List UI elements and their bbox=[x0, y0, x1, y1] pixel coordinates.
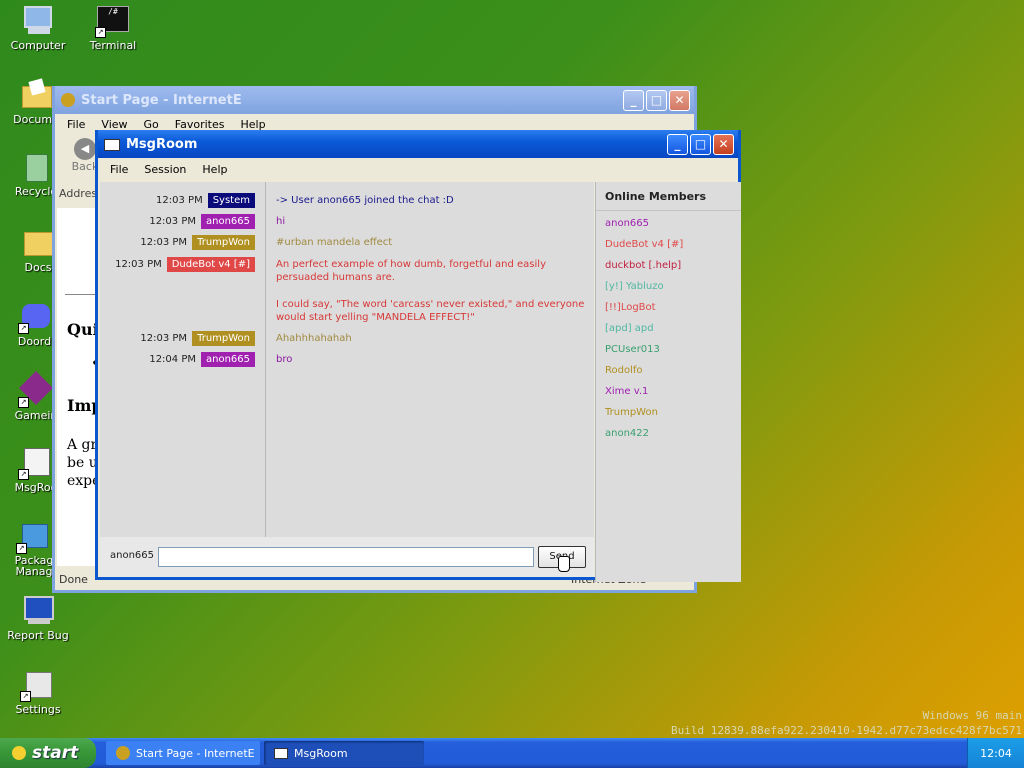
minimize-button[interactable]: _ bbox=[667, 134, 688, 155]
chat-message: bro bbox=[276, 354, 293, 365]
chat-messages-column: -> User anon665 joined the chat :D hi #u… bbox=[266, 182, 594, 537]
close-button[interactable]: ✕ bbox=[713, 134, 734, 155]
taskbar-item-browser[interactable]: Start Page - InternetE bbox=[106, 741, 260, 765]
menu-view[interactable]: View bbox=[93, 118, 135, 131]
chat-row-meta: 12:03 PM TrumpWon bbox=[140, 234, 255, 250]
desktop-icon-settings[interactable]: ↗ Settings bbox=[0, 668, 76, 716]
msgroom-window[interactable]: MsgRoom _ □ ✕ File Session Help 12:03 PM… bbox=[95, 130, 741, 582]
chat-row-meta: 12:03 PM System bbox=[156, 192, 255, 208]
member-item[interactable]: duckbot [.help] bbox=[605, 260, 681, 271]
member-item[interactable]: DudeBot v4 [#] bbox=[605, 239, 683, 250]
desktop-icon-computer[interactable]: Computer bbox=[0, 4, 76, 52]
desktop-icon-label: Terminal bbox=[89, 39, 137, 52]
close-button[interactable]: ✕ bbox=[669, 90, 690, 111]
chat-message: #urban mandela effect bbox=[276, 237, 393, 248]
desktop-icon-report-bug[interactable]: Report Bug bbox=[0, 594, 76, 642]
clock[interactable]: 12:04 bbox=[980, 747, 1012, 760]
taskbar: start Start Page - InternetE MsgRoom 12:… bbox=[0, 738, 1024, 768]
chat-row-meta: 12:03 PM DudeBot v4 [#] bbox=[115, 256, 255, 272]
browser-titlebar[interactable]: Start Page - InternetE _ □ ✕ bbox=[55, 86, 694, 114]
online-members-panel: Online Members anon665 DudeBot v4 [#] du… bbox=[595, 182, 741, 582]
member-item[interactable]: Rodolfo bbox=[605, 365, 643, 376]
chat-message: hi bbox=[276, 216, 286, 227]
maximize-button[interactable]: □ bbox=[690, 134, 711, 155]
user-tag[interactable]: anon665 bbox=[200, 213, 255, 229]
chat-message: An perfect example of how dumb, forgetfu… bbox=[276, 259, 546, 283]
menu-go[interactable]: Go bbox=[136, 118, 167, 131]
msgroom-icon: ↗ bbox=[18, 446, 52, 480]
member-item[interactable]: [apd] apd bbox=[605, 323, 654, 334]
msgroom-titlebar[interactable]: MsgRoom _ □ ✕ bbox=[98, 130, 738, 158]
menu-file[interactable]: File bbox=[102, 163, 136, 176]
member-item[interactable]: anon422 bbox=[605, 428, 649, 439]
chat-message: -> User anon665 joined the chat :D bbox=[276, 195, 454, 206]
menu-favorites[interactable]: Favorites bbox=[167, 118, 233, 131]
game-icon: ↗ bbox=[18, 371, 53, 408]
chat-row-meta: 12:04 PM anon665 bbox=[149, 351, 255, 367]
msgroom-title: MsgRoom bbox=[126, 136, 198, 152]
menu-file[interactable]: File bbox=[59, 118, 93, 131]
folder-icon bbox=[22, 226, 54, 258]
browser-title: Start Page - InternetE bbox=[81, 92, 242, 108]
chat-row-meta: 12:03 PM anon665 bbox=[149, 213, 255, 229]
system-tray: 12:04 bbox=[967, 738, 1024, 768]
desktop-icon-label: Packag Manag bbox=[14, 555, 54, 577]
desktop-icon-label: Settings bbox=[15, 703, 61, 716]
user-tag[interactable]: DudeBot v4 [#] bbox=[166, 256, 255, 272]
chat-message: I could say, "The word 'carcass' never e… bbox=[276, 299, 585, 323]
folder-icon bbox=[20, 78, 52, 110]
member-item[interactable]: TrumpWon bbox=[605, 407, 658, 418]
compose-bar: anon665 Send bbox=[100, 537, 594, 577]
member-item[interactable]: Xime v.1 bbox=[605, 386, 648, 397]
member-item[interactable]: PCUser013 bbox=[605, 344, 660, 355]
browser-icon bbox=[116, 746, 130, 760]
chat-bubble-icon bbox=[274, 747, 288, 759]
user-tag[interactable]: System bbox=[207, 192, 255, 208]
build-watermark: Windows 96 main Build 12839.88efa922.230… bbox=[671, 709, 1022, 737]
taskbar-item-msgroom[interactable]: MsgRoom bbox=[264, 741, 424, 765]
chat-meta-column: 12:03 PM System 12:03 PM anon665 12:03 P… bbox=[100, 182, 266, 537]
browser-icon bbox=[61, 93, 75, 107]
chat-message: Ahahhhahahah bbox=[276, 333, 352, 344]
menu-session[interactable]: Session bbox=[136, 163, 194, 176]
member-item[interactable]: [y!] Yabluzo bbox=[605, 281, 664, 292]
recycle-bin-icon bbox=[20, 150, 52, 182]
message-input[interactable] bbox=[158, 547, 534, 567]
computer-icon bbox=[22, 4, 54, 36]
discord-icon: ↗ bbox=[18, 300, 52, 334]
windows-logo-icon bbox=[12, 746, 26, 760]
desktop-icon-label: Computer bbox=[10, 39, 66, 52]
menu-help[interactable]: Help bbox=[233, 118, 274, 131]
terminal-icon: /# ↗ bbox=[95, 4, 129, 38]
menu-help[interactable]: Help bbox=[194, 163, 235, 176]
member-item[interactable]: anon665 bbox=[605, 218, 649, 229]
msgroom-menubar: File Session Help bbox=[98, 158, 738, 180]
maximize-button[interactable]: □ bbox=[646, 90, 667, 111]
members-title: Online Members bbox=[605, 190, 707, 203]
back-arrow-icon: ◀ bbox=[74, 138, 96, 160]
desktop-icon-label: Report Bug bbox=[7, 629, 69, 642]
settings-icon: ↗ bbox=[20, 668, 54, 702]
package-icon: ↗ bbox=[16, 520, 50, 554]
member-item[interactable]: [!!]LogBot bbox=[605, 302, 656, 313]
desktop-icon-terminal[interactable]: /# ↗ Terminal bbox=[75, 4, 151, 52]
start-button[interactable]: start bbox=[0, 738, 96, 768]
chat-row-meta: 12:03 PM TrumpWon bbox=[140, 330, 255, 346]
user-tag[interactable]: anon665 bbox=[200, 351, 255, 367]
report-bug-icon bbox=[22, 594, 54, 626]
browser-status-left: Done bbox=[59, 573, 88, 586]
user-tag[interactable]: TrumpWon bbox=[192, 234, 255, 250]
nick-label: anon665 bbox=[110, 550, 155, 561]
user-tag[interactable]: TrumpWon bbox=[192, 330, 255, 346]
page-heading: Qui bbox=[67, 320, 99, 339]
chat-bubble-icon bbox=[104, 138, 120, 151]
mouse-cursor-icon bbox=[558, 556, 570, 572]
minimize-button[interactable]: _ bbox=[623, 90, 644, 111]
chat-log[interactable]: 12:03 PM System 12:03 PM anon665 12:03 P… bbox=[100, 182, 594, 537]
